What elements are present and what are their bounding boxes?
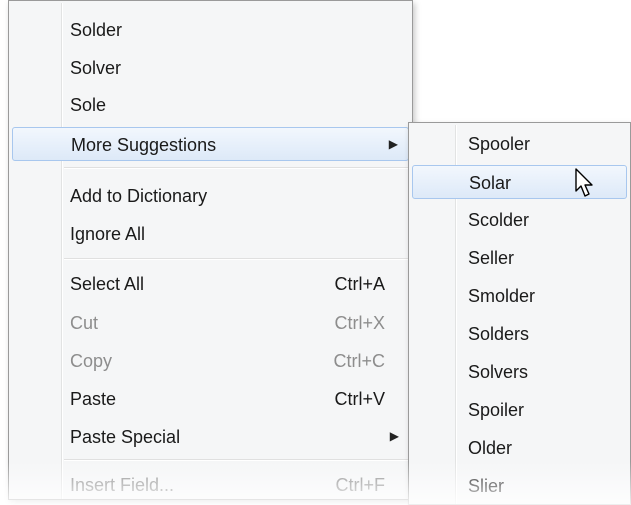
submenu-item-slier[interactable]: Slier xyxy=(412,469,627,503)
menu-item-label: Add to Dictionary xyxy=(70,186,208,206)
submenu-item-smolder[interactable]: Smolder xyxy=(412,279,627,313)
shortcut-label: Ctrl+A xyxy=(334,274,385,294)
chevron-right-icon: ▶ xyxy=(388,137,398,151)
menu-item-label: Solver xyxy=(70,58,122,78)
submenu-item-scolder[interactable]: Scolder xyxy=(412,203,627,237)
menu-item-label: Paste xyxy=(70,389,117,409)
menu-item-label: Solder xyxy=(70,20,123,40)
menu-item-label: Cut xyxy=(70,313,99,333)
submenu-item-label: Smolder xyxy=(468,286,536,306)
menu-item-cut[interactable]: Cut Ctrl+X xyxy=(12,306,409,340)
submenu-item-label: Slier xyxy=(468,476,505,496)
submenu-item-label: Spoiler xyxy=(468,400,525,420)
shortcut-label: Ctrl+V xyxy=(334,389,385,409)
context-menu: Solder Solver Sole More Suggestions ▶ Ad… xyxy=(8,0,413,500)
menu-separator xyxy=(64,258,409,260)
submenu-item-label: Solvers xyxy=(468,362,529,382)
menu-item-add-to-dictionary[interactable]: Add to Dictionary xyxy=(12,179,409,213)
submenu-item-spooler[interactable]: Spooler xyxy=(412,127,627,161)
menu-item-label: Insert Field... xyxy=(70,475,175,495)
menu-item-label: More Suggestions xyxy=(71,135,217,155)
menu-item-more-suggestions[interactable]: More Suggestions ▶ xyxy=(12,127,409,161)
submenu-item-label: Seller xyxy=(468,248,515,268)
shortcut-label: Ctrl+X xyxy=(334,313,385,333)
shortcut-label: Ctrl+C xyxy=(333,351,385,371)
mouse-pointer-icon xyxy=(575,168,593,197)
submenu-item-label: Older xyxy=(468,438,513,458)
chevron-right-icon: ▶ xyxy=(389,429,399,443)
menu-item-label: Paste Special xyxy=(70,427,181,447)
menu-separator xyxy=(64,459,409,461)
menu-separator xyxy=(64,167,409,169)
menu-item-insert-field[interactable]: Insert Field... Ctrl+F xyxy=(12,468,409,502)
submenu-item-label: Scolder xyxy=(468,210,530,230)
suggestions-submenu: Spooler Solar Scolder Seller Smolder Sol… xyxy=(408,122,631,505)
menu-item-label: Select All xyxy=(70,274,145,294)
menu-item-paste-special[interactable]: Paste Special ▶ xyxy=(12,420,409,454)
submenu-item-seller[interactable]: Seller xyxy=(412,241,627,275)
menu-item-label: Copy xyxy=(70,351,113,371)
menu-item-solver[interactable]: Solver xyxy=(12,51,409,85)
menu-item-label: Ignore All xyxy=(70,224,146,244)
submenu-item-label: Spooler xyxy=(468,134,531,154)
menu-item-ignore-all[interactable]: Ignore All xyxy=(12,217,409,251)
menu-item-paste[interactable]: Paste Ctrl+V xyxy=(12,382,409,416)
submenu-item-solders[interactable]: Solders xyxy=(412,317,627,351)
menu-item-sole[interactable]: Sole xyxy=(12,88,409,122)
shortcut-label: Ctrl+F xyxy=(335,475,386,495)
submenu-item-label: Solar xyxy=(469,173,512,193)
submenu-item-spoiler[interactable]: Spoiler xyxy=(412,393,627,427)
submenu-item-label: Solders xyxy=(468,324,530,344)
menu-item-select-all[interactable]: Select All Ctrl+A xyxy=(12,267,409,301)
submenu-item-older[interactable]: Older xyxy=(412,431,627,465)
submenu-item-solvers[interactable]: Solvers xyxy=(412,355,627,389)
menu-item-solder[interactable]: Solder xyxy=(12,13,409,47)
menu-item-label: Sole xyxy=(70,95,107,115)
menu-item-copy[interactable]: Copy Ctrl+C xyxy=(12,344,409,378)
